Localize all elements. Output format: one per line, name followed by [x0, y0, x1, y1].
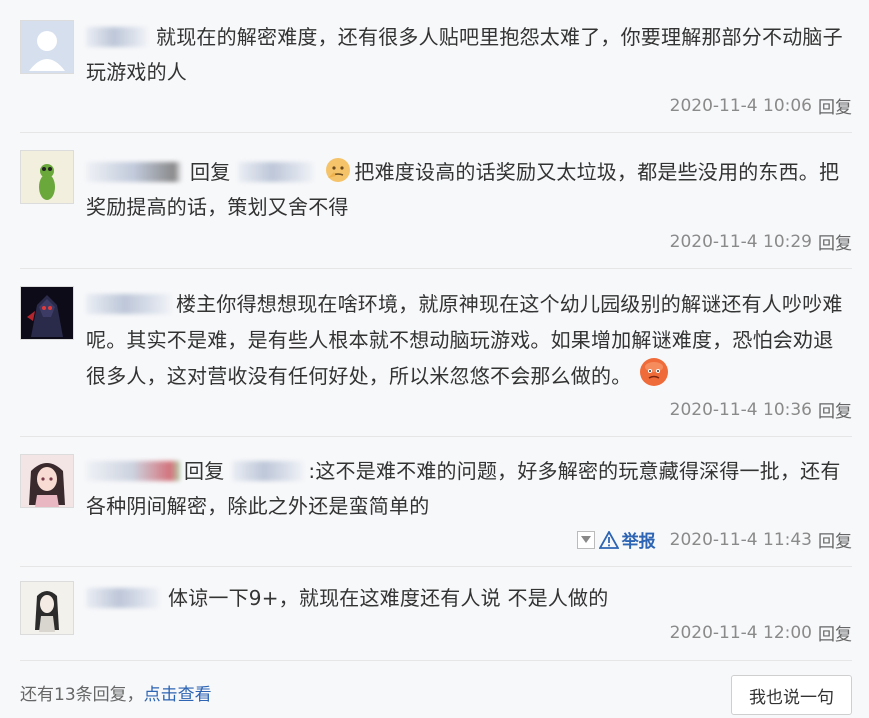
write-reply-button[interactable]: 我也说一句 [731, 675, 852, 715]
view-more-link[interactable]: 点击查看 [144, 685, 212, 705]
username-blurred[interactable] [86, 587, 160, 608]
reply-time: 2020-11-4 12:00 [669, 622, 812, 643]
dropdown-icon[interactable] [576, 530, 595, 549]
warning-icon [598, 530, 619, 549]
avatar[interactable] [20, 150, 74, 204]
avatar[interactable] [20, 20, 74, 74]
reply-meta: 2020-11-4 10:29 回复 [669, 229, 852, 255]
reply-item: 就现在的解密难度，还有很多人贴吧里抱怨太难了，你要理解那部分不动脑子玩游戏的人 … [20, 0, 852, 133]
username-blurred[interactable] [86, 26, 148, 47]
username-blurred[interactable] [86, 161, 182, 182]
reply-text: 就现在的解密难度，还有很多人贴吧里抱怨太难了，你要理解那部分不动脑子玩游戏的人 [86, 25, 843, 84]
reply-to-username-blurred[interactable] [232, 460, 305, 481]
avatar[interactable] [20, 581, 74, 635]
reply-time: 2020-11-4 10:06 [669, 95, 812, 116]
reply-time: 2020-11-4 10:29 [669, 231, 812, 252]
emoji-thinking-icon [324, 156, 352, 184]
reply-content: 回复:这不是难不难的问题，好多解密的玩意藏得深得一批，还有各种阴间解密，除此之外… [86, 454, 852, 524]
report-label: 举报 [621, 532, 656, 552]
reply-button[interactable]: 回复 [818, 397, 852, 422]
emoji-angry-icon [639, 357, 669, 387]
reply-content: 楼主你得想想现在啥环境，就原神现在这个幼儿园级别的解谜还有人吵吵难呢。其实不是难… [86, 286, 852, 394]
reply-content: 就现在的解密难度，还有很多人贴吧里抱怨太难了，你要理解那部分不动脑子玩游戏的人 [86, 20, 852, 90]
reply-button[interactable]: 回复 [818, 229, 852, 254]
sketch-girl-avatar-icon [21, 582, 73, 634]
reply-to-label: 回复 [190, 160, 231, 184]
reply-meta: 2020-11-4 10:06 回复 [669, 93, 852, 119]
frog-avatar-icon [21, 151, 73, 203]
default-avatar-icon [21, 21, 73, 73]
reply-item: 回复 把难度设高的话奖励又太垃圾，都是些没用的东西。把奖励提高的话，策划又舍不得 … [20, 133, 852, 269]
reply-meta: 2020-11-4 12:00 回复 [669, 620, 852, 646]
more-replies: 还有13条回复，点击查看 [20, 680, 212, 705]
reply-meta: 举报 2020-11-4 11:43 回复 [576, 527, 852, 552]
reply-text: 楼主你得想想现在啥环境，就原神现在这个幼儿园级别的解谜还有人吵吵难呢。其实不是难… [86, 292, 843, 388]
avatar[interactable] [20, 286, 74, 340]
anime-girl-avatar-icon [21, 455, 73, 507]
reply-button[interactable]: 回复 [818, 527, 852, 552]
reply-button[interactable]: 回复 [818, 93, 852, 118]
username-blurred[interactable] [86, 293, 172, 314]
reply-item: 楼主你得想想现在啥环境，就原神现在这个幼儿园级别的解谜还有人吵吵难呢。其实不是难… [20, 269, 852, 437]
reply-time: 2020-11-4 11:43 [669, 529, 812, 550]
reply-meta: 2020-11-4 10:36 回复 [669, 397, 852, 423]
dark-knight-avatar-icon [21, 287, 73, 339]
more-replies-text: 还有13条回复， [20, 685, 144, 705]
reply-item: 回复:这不是难不难的问题，好多解密的玩意藏得深得一批，还有各种阴间解密，除此之外… [20, 437, 852, 567]
report-area: 举报 [576, 527, 656, 552]
reply-time: 2020-11-4 10:36 [669, 399, 812, 420]
username-blurred[interactable] [86, 460, 180, 481]
avatar[interactable] [20, 454, 74, 508]
reply-to-label: 回复 [184, 459, 225, 483]
reply-button[interactable]: 回复 [818, 620, 852, 645]
reply-content: 回复 把难度设高的话奖励又太垃圾，都是些没用的东西。把奖励提高的话，策划又舍不得 [86, 155, 852, 225]
reply-text: 体谅一下9+，就现在这难度还有人说 不是人做的 [168, 586, 609, 610]
reply-item: 体谅一下9+，就现在这难度还有人说 不是人做的 2020-11-4 12:00 … [20, 567, 852, 661]
reply-content: 体谅一下9+，就现在这难度还有人说 不是人做的 [86, 581, 852, 616]
report-button[interactable]: 举报 [598, 527, 656, 552]
reply-to-username-blurred[interactable] [238, 161, 315, 182]
